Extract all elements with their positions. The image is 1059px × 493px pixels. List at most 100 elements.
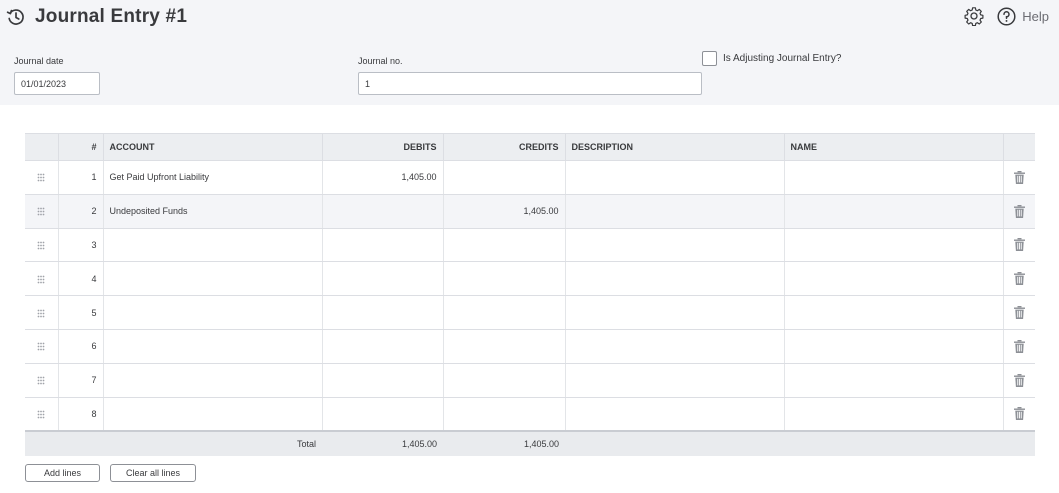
table-row: 2 Undeposited Funds 1,405.00 [25,193,1035,229]
name-cell[interactable] [784,160,1004,195]
journal-no-label: Journal no. [358,56,403,66]
delete-cell [1003,227,1035,263]
drag-handle[interactable] [25,295,59,330]
row-number: 4 [58,261,104,297]
table-header-row: # ACCOUNT DEBITS CREDITS DESCRIPTION NAM… [25,133,1035,161]
description-cell[interactable] [565,160,785,195]
account-cell[interactable] [103,227,323,263]
trash-icon[interactable] [1013,204,1025,218]
help-label: Help [1022,8,1049,24]
debits-cell[interactable] [322,396,444,432]
delete-cell [1003,193,1035,229]
description-cell[interactable] [565,295,785,330]
drag-handle-icon [37,241,45,250]
debits-cell[interactable] [322,362,444,398]
description-cell[interactable] [565,193,785,229]
debits-cell[interactable] [322,295,444,330]
drag-handle[interactable] [25,261,59,297]
description-cell[interactable] [565,396,785,432]
history-clock-icon[interactable] [6,7,26,27]
debits-cell[interactable] [322,227,444,263]
help-button[interactable]: Help [997,6,1049,26]
trash-icon[interactable] [1013,238,1025,252]
name-cell[interactable] [784,261,1004,297]
drag-handle[interactable] [25,193,59,229]
total-spacer [1003,429,1035,456]
description-cell[interactable] [565,261,785,297]
adjusting-entry-option[interactable]: Is Adjusting Journal Entry? [702,51,841,66]
credits-cell[interactable] [443,295,566,330]
trash-icon[interactable] [1013,373,1025,387]
trash-icon[interactable] [1013,339,1025,353]
drag-handle-icon [37,376,45,385]
journal-no-input[interactable] [358,72,702,95]
description-cell[interactable] [565,227,785,263]
name-cell[interactable] [784,227,1004,263]
journal-date-label: Journal date [14,56,64,66]
account-cell[interactable] [103,328,323,364]
drag-handle-icon [37,207,45,216]
header-tools: Help [964,5,1049,27]
col-debits: DEBITS [322,133,444,161]
account-cell[interactable] [103,295,323,330]
credits-cell[interactable] [443,396,566,432]
debits-cell[interactable] [322,328,444,364]
page-title: Journal Entry #1 [35,6,188,27]
total-spacer [58,429,103,456]
delete-cell [1003,396,1035,432]
credits-cell[interactable] [443,261,566,297]
row-number: 6 [58,328,104,364]
credits-cell[interactable]: 1,405.00 [443,193,566,229]
title-row: Journal Entry #1 [6,6,187,28]
name-cell[interactable] [784,328,1004,364]
clear-all-lines-button[interactable]: Clear all lines [110,464,196,482]
col-credits: CREDITS [443,133,566,161]
account-cell[interactable] [103,396,323,432]
account-cell[interactable] [103,261,323,297]
account-cell[interactable]: Undeposited Funds [103,193,323,229]
debits-cell[interactable] [322,193,444,229]
adjusting-entry-checkbox[interactable] [702,51,717,66]
table-row: 4 [25,261,1035,297]
drag-handle[interactable] [25,362,59,398]
drag-handle[interactable] [25,160,59,195]
drag-handle-icon [37,342,45,351]
row-number: 5 [58,295,104,330]
name-cell[interactable] [784,362,1004,398]
col-description: DESCRIPTION [565,133,785,161]
table-row: 5 [25,295,1035,330]
debits-cell[interactable]: 1,405.00 [322,160,444,195]
credits-cell[interactable] [443,328,566,364]
total-credits: 1,405.00 [443,429,565,456]
credits-cell[interactable] [443,160,566,195]
name-cell[interactable] [784,396,1004,432]
drag-handle[interactable] [25,328,59,364]
delete-cell [1003,160,1035,195]
trash-icon[interactable] [1013,272,1025,286]
table-row: 7 [25,362,1035,398]
trash-icon[interactable] [1013,170,1025,184]
trash-icon[interactable] [1013,306,1025,320]
total-spacer [565,429,784,456]
drag-handle[interactable] [25,396,59,432]
total-label: Total [103,429,322,456]
description-cell[interactable] [565,328,785,364]
account-cell[interactable] [103,362,323,398]
description-cell[interactable] [565,362,785,398]
debits-cell[interactable] [322,261,444,297]
trash-icon[interactable] [1013,407,1025,421]
col-handle [25,133,59,161]
journal-date-input[interactable] [14,72,100,95]
total-row: Total 1,405.00 1,405.00 [25,429,1035,456]
name-cell[interactable] [784,295,1004,330]
credits-cell[interactable] [443,362,566,398]
row-number: 3 [58,227,104,263]
credits-cell[interactable] [443,227,566,263]
account-cell[interactable]: Get Paid Upfront Liability [103,160,323,195]
table-row: 6 [25,328,1035,364]
gear-icon[interactable] [964,6,984,27]
drag-handle[interactable] [25,227,59,263]
add-lines-button[interactable]: Add lines [25,464,100,482]
name-cell[interactable] [784,193,1004,229]
table-row: 8 [25,396,1035,432]
